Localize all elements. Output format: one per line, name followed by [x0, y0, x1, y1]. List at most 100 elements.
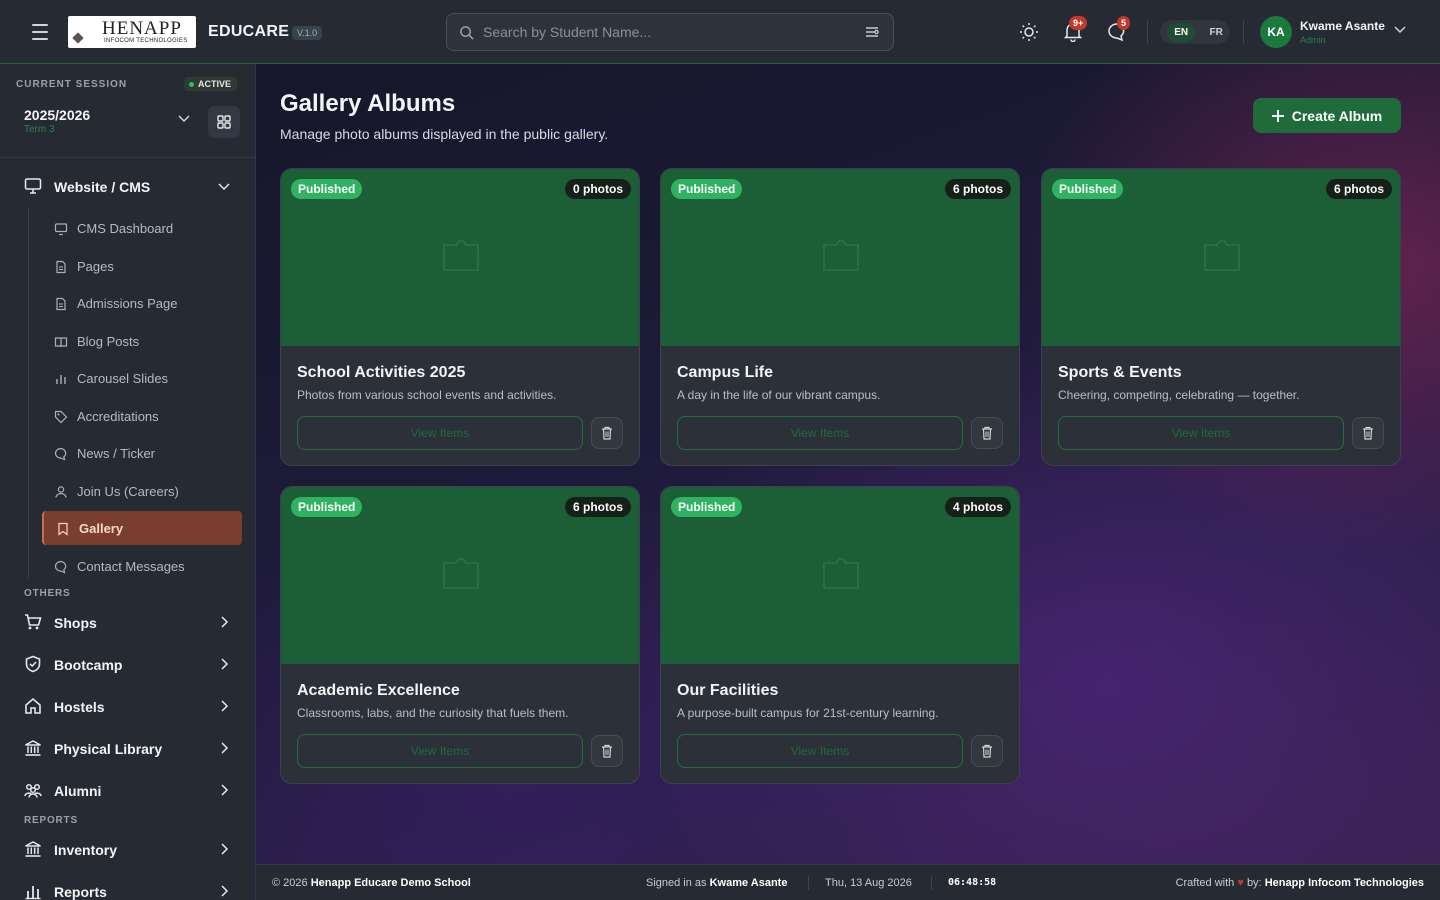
trash-icon [982, 744, 992, 758]
nav-group-bootcamp[interactable]: Bootcamp [0, 644, 255, 686]
divider [931, 876, 932, 890]
sidebar-item-carousel-slides[interactable]: Carousel Slides [42, 361, 242, 395]
notifications-bell-icon[interactable]: 9+ [1061, 16, 1088, 44]
logo-mark-icon [72, 32, 84, 44]
sidebar-item-label: Blog Posts [77, 333, 140, 349]
album-description: Classrooms, labs, and the curiosity that… [297, 706, 569, 720]
section-label-others: OTHERS [24, 588, 71, 599]
album-cover[interactable]: Published 6 photos [661, 169, 1019, 346]
footer-clock: 06:48:58 [948, 877, 997, 888]
view-items-button[interactable]: View Items [677, 734, 963, 768]
create-album-button[interactable]: Create Album [1253, 98, 1401, 133]
footer-date: Thu, 13 Aug 2026 [825, 877, 912, 889]
album-cover[interactable]: Published 0 photos [281, 169, 639, 346]
grid-icon [217, 115, 231, 129]
nav-group-website-cms[interactable]: Website / CMS [0, 166, 255, 208]
menu-icon[interactable] [28, 22, 52, 42]
filter-icon[interactable] [865, 26, 879, 38]
delete-album-button[interactable] [1352, 417, 1384, 449]
nav-group-label: Inventory [54, 842, 118, 858]
sidebar-item-accreditations[interactable]: Accreditations [42, 399, 242, 433]
sidebar-item-label: CMS Dashboard [77, 221, 174, 236]
album-title: Campus Life [677, 364, 774, 381]
nav-group-hostels[interactable]: Hostels [0, 686, 255, 728]
view-items-button[interactable]: View Items [297, 416, 583, 450]
submenu-line [28, 208, 29, 578]
nav-group-reports[interactable]: Reports [0, 871, 255, 900]
nav-group-alumni[interactable]: Alumni [0, 770, 255, 812]
album-description: A purpose-built campus for 21st-century … [677, 706, 939, 720]
album-card[interactable]: Published 6 photos Academic Excellence Clas… [280, 486, 640, 784]
nav-group-inventory[interactable]: Inventory [0, 829, 255, 871]
photo-count-badge: 6 photos [1326, 179, 1392, 199]
trash-icon [1363, 426, 1373, 440]
album-card[interactable]: Published 6 photos Campus Life A day in the… [660, 168, 1020, 466]
session-term: Term 3 [24, 124, 55, 135]
sidebar-item-admissions-page[interactable]: Admissions Page [42, 286, 242, 320]
notifications-badge: 9+ [1069, 16, 1088, 30]
view-items-button[interactable]: View Items [297, 734, 583, 768]
theme-toggle-sun-icon[interactable] [1017, 20, 1041, 44]
bar-chart-icon [25, 886, 41, 900]
home-icon [25, 697, 41, 714]
album-card[interactable]: Published 6 photos Sports & Events Cheering… [1041, 168, 1401, 466]
album-cover[interactable]: Published 4 photos [661, 487, 1019, 664]
session-label: CURRENT SESSION [16, 79, 128, 90]
album-card[interactable]: Published 0 photos School Activities 2025 P… [280, 168, 640, 466]
top-bar: HENAPP INFOCOM TECHNOLOGIES EDUCARE V.1.… [0, 0, 1440, 64]
chevron-down-icon [218, 183, 230, 191]
delete-album-button[interactable] [591, 417, 623, 449]
delete-album-button[interactable] [971, 417, 1003, 449]
file-icon [56, 297, 66, 311]
nav-group-shops[interactable]: Shops [0, 602, 255, 644]
folder-icon [443, 240, 479, 271]
chat-icon [54, 560, 67, 573]
page-title: Gallery Albums [280, 90, 456, 117]
delete-album-button[interactable] [971, 735, 1003, 767]
album-cover[interactable]: Published 6 photos [281, 487, 639, 664]
sidebar-item-cms-dashboard[interactable]: CMS Dashboard [42, 211, 242, 245]
sidebar-item-blog-posts[interactable]: Blog Posts [42, 324, 242, 358]
album-cover[interactable]: Published 6 photos [1042, 169, 1400, 346]
book-icon [54, 336, 68, 347]
messages-badge: 5 [1117, 16, 1131, 30]
nav-group-label: Physical Library [54, 741, 163, 757]
status-badge: Published [291, 179, 363, 199]
photo-count-badge: 0 photos [565, 179, 631, 199]
sidebar-item-label: Pages [77, 258, 114, 274]
divider [1243, 20, 1244, 44]
logo-subtext: INFOCOM TECHNOLOGIES [104, 38, 188, 44]
sidebar-item-contact-messages[interactable]: Contact Messages [42, 549, 242, 583]
nav-group-physical-library[interactable]: Physical Library [0, 728, 255, 770]
view-items-button[interactable]: View Items [1058, 416, 1344, 450]
monitor-icon [24, 178, 42, 194]
messages-chat-icon[interactable]: 5 [1105, 16, 1131, 44]
language-switcher: EN FR [1160, 20, 1230, 44]
delete-album-button[interactable] [591, 735, 623, 767]
sidebar-item-pages[interactable]: Pages [42, 249, 242, 283]
sidebar-item-label: Contact Messages [77, 558, 185, 574]
chevron-down-icon[interactable] [178, 115, 190, 123]
avatar[interactable]: KA [1260, 16, 1292, 48]
plus-icon [1271, 109, 1284, 122]
album-card[interactable]: Published 4 photos Our Facilities A purpose… [660, 486, 1020, 784]
sidebar-item-join-us-careers[interactable]: Join Us (Careers) [42, 474, 242, 508]
user-name[interactable]: Kwame Asante [1300, 19, 1385, 33]
sidebar-item-news-ticker[interactable]: News / Ticker [42, 436, 242, 470]
tag-icon [54, 410, 68, 423]
sidebar-item-label: Admissions Page [77, 296, 178, 311]
lang-fr-button[interactable]: FR [1209, 27, 1222, 38]
lang-en-button[interactable]: EN [1167, 22, 1196, 42]
album-description: A day in the life of our vibrant campus. [677, 388, 881, 402]
apps-grid-button[interactable] [208, 106, 240, 138]
cart-icon [25, 614, 42, 630]
session-year[interactable]: 2025/2026 [24, 107, 90, 123]
folder-icon [443, 558, 479, 589]
sidebar: CURRENT SESSION ACTIVE 2025/2026 Term 3 … [0, 64, 256, 900]
chevron-down-icon[interactable] [1394, 26, 1406, 34]
nav-group-label: Reports [54, 884, 107, 900]
view-items-button[interactable]: View Items [677, 416, 963, 450]
sidebar-item-gallery[interactable]: Gallery [42, 511, 242, 545]
version-badge: V.1.0 [292, 26, 323, 40]
search-input[interactable] [483, 14, 853, 50]
